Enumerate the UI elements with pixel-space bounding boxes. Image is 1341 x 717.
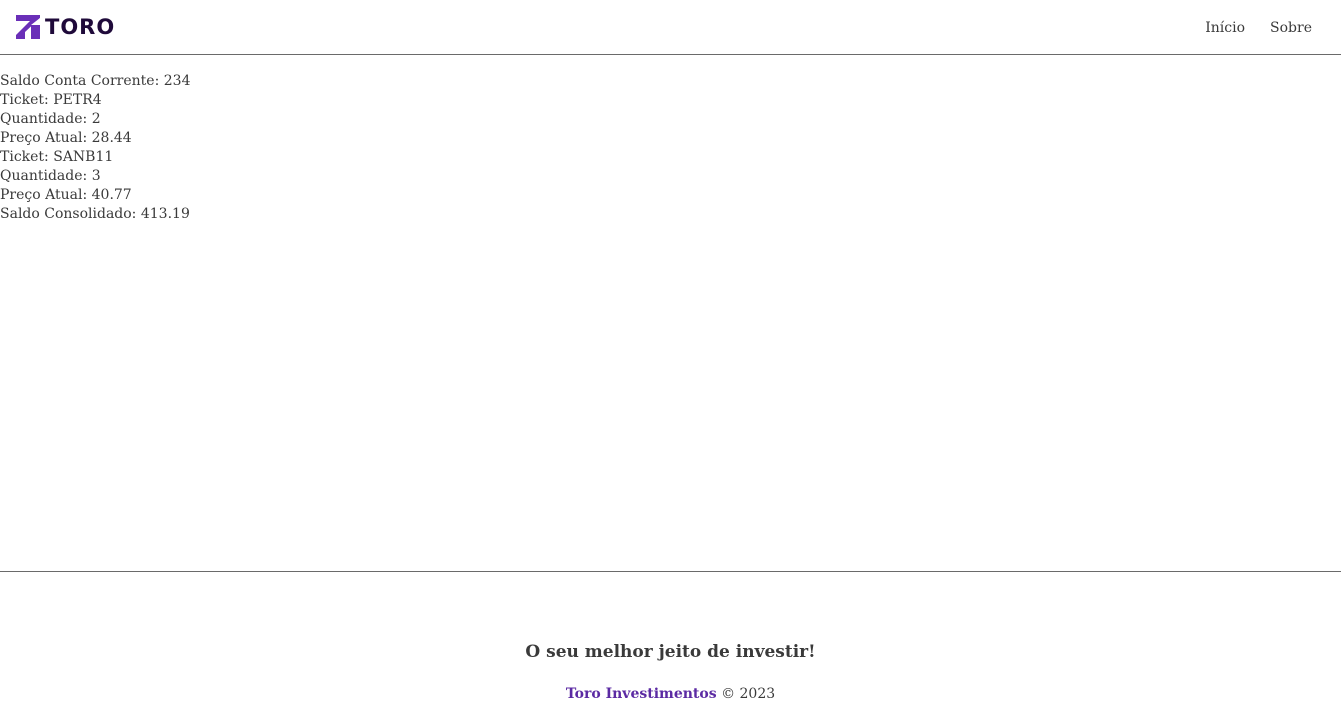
portfolio-summary: Saldo Conta Corrente: 234 Ticket: PETR4 … bbox=[0, 72, 190, 224]
nav: Início Sobre bbox=[1205, 18, 1312, 38]
copyright-text: © 2023 bbox=[721, 686, 776, 702]
line-label: Saldo Conta Corrente: bbox=[0, 73, 160, 89]
line-label: Quantidade: bbox=[0, 168, 88, 184]
line-value: 28.44 bbox=[91, 130, 132, 146]
footer-copyright: Toro Investimentos © 2023 bbox=[0, 684, 1341, 704]
header: TORO Início Sobre bbox=[0, 0, 1341, 55]
line-value: PETR4 bbox=[53, 92, 102, 108]
ticket-line: Ticket: PETR4 bbox=[0, 91, 190, 110]
toro-logo-icon bbox=[16, 15, 40, 39]
logo-text: TORO bbox=[45, 15, 116, 39]
saldo-conta-corrente: Saldo Conta Corrente: 234 bbox=[0, 72, 190, 91]
saldo-consolidado: Saldo Consolidado: 413.19 bbox=[0, 205, 190, 224]
footer-slogan: O seu melhor jeito de investir! bbox=[525, 642, 816, 662]
logo[interactable]: TORO bbox=[16, 15, 115, 39]
preco-atual-line: Preço Atual: 40.77 bbox=[0, 186, 190, 205]
nav-link-inicio[interactable]: Início bbox=[1205, 18, 1245, 38]
line-label: Quantidade: bbox=[0, 111, 88, 127]
line-value: 234 bbox=[163, 73, 191, 89]
line-label: Ticket: bbox=[0, 92, 49, 108]
line-value: 3 bbox=[91, 168, 101, 184]
line-label: Preço Atual: bbox=[0, 130, 88, 146]
line-value: 2 bbox=[91, 111, 101, 127]
line-value: SANB11 bbox=[53, 149, 114, 165]
preco-atual-line: Preço Atual: 28.44 bbox=[0, 129, 190, 148]
line-label: Saldo Consolidado: bbox=[0, 206, 137, 222]
line-label: Ticket: bbox=[0, 149, 49, 165]
ticket-line: Ticket: SANB11 bbox=[0, 148, 190, 167]
footer-brand-link[interactable]: Toro Investimentos bbox=[566, 686, 717, 702]
quantidade-line: Quantidade: 3 bbox=[0, 167, 190, 186]
line-value: 40.77 bbox=[91, 187, 132, 203]
nav-link-sobre[interactable]: Sobre bbox=[1270, 18, 1312, 38]
quantidade-line: Quantidade: 2 bbox=[0, 110, 190, 129]
line-label: Preço Atual: bbox=[0, 187, 88, 203]
line-value: 413.19 bbox=[140, 206, 190, 222]
footer: O seu melhor jeito de investir! Toro Inv… bbox=[0, 571, 1341, 717]
